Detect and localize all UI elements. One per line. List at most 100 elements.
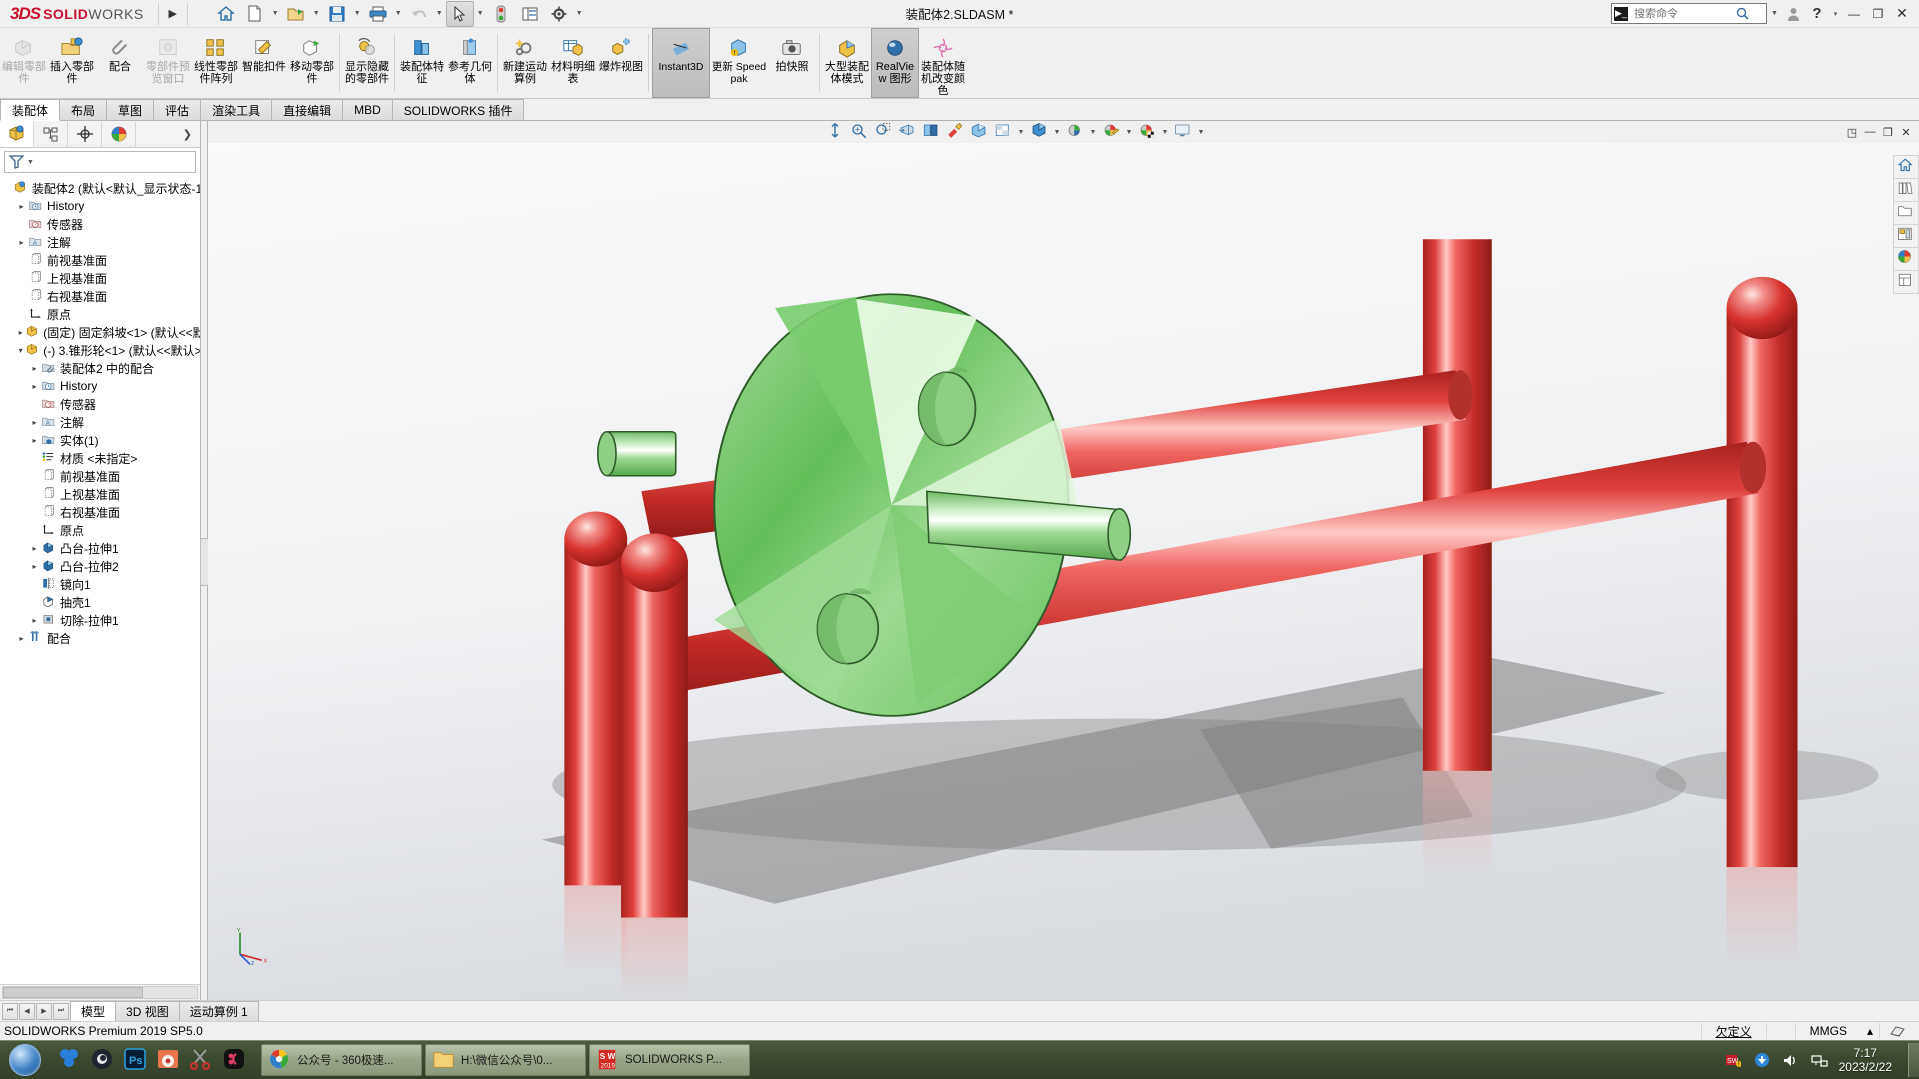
status-units-caret-icon[interactable]: ▴ (1861, 1023, 1879, 1039)
close-button[interactable]: ✕ (1891, 3, 1913, 25)
tree-item[interactable]: ▸ A 注解 (2, 233, 200, 251)
tab-3[interactable]: 评估 (153, 99, 202, 120)
chevron-down-icon[interactable]: ▼ (393, 2, 404, 26)
ribbon-button-random-color[interactable]: 装配体随机改变颜色 (919, 28, 967, 98)
help-dropdown-icon[interactable]: ▾ (1830, 2, 1841, 26)
tree-expand-icon[interactable]: ▸ (28, 382, 41, 391)
tree-item[interactable]: 传感器 (2, 395, 200, 413)
view-settings-button[interactable] (1100, 122, 1122, 142)
save-button[interactable] (323, 1, 351, 27)
tree-item[interactable]: 原点 (2, 521, 200, 539)
tree-item[interactable]: 上视基准面 (2, 269, 200, 287)
graphics-close-button[interactable]: ✕ (1898, 124, 1914, 140)
ribbon-button-large-assembly-mode[interactable]: 大型装配体模式 (823, 28, 871, 98)
viewport-layout-button[interactable] (1172, 122, 1194, 142)
options-gear-button[interactable] (545, 1, 573, 27)
file-explorer-button[interactable] (1892, 202, 1919, 225)
edit-appearance-button[interactable] (1028, 122, 1050, 142)
tree-item[interactable]: ▸ 配合 (2, 629, 200, 647)
ribbon-button-snapshot-camera[interactable]: 拍快照 (768, 28, 816, 98)
ribbon-button-instant3d[interactable]: Instant3D (652, 28, 710, 98)
tree-item[interactable]: ▸ History (2, 377, 200, 395)
tab-7[interactable]: SOLIDWORKS 插件 (391, 99, 525, 120)
hide-show-items-button[interactable] (992, 122, 1014, 142)
tree-expand-icon[interactable]: ▸ (15, 634, 28, 643)
doc-nav-button-1[interactable]: ◀ (19, 1002, 35, 1020)
menu-expand-arrow-icon[interactable]: ▶ (165, 3, 181, 25)
restore-button[interactable]: ❐ (1867, 3, 1889, 25)
chevron-down-icon[interactable]: ▼ (1160, 122, 1170, 142)
quicklaunch-snip[interactable] (188, 1047, 214, 1073)
tree-item[interactable]: ▸ 凸台-拉伸1 (2, 539, 200, 557)
tree-item[interactable]: 传感器 (2, 215, 200, 233)
panel-splitter[interactable] (200, 121, 209, 1000)
chevron-down-icon[interactable]: ▼ (27, 159, 34, 166)
tree-item[interactable]: ▸ 凸台-拉伸2 (2, 557, 200, 575)
doc-nav-button-3[interactable]: ⏭ (53, 1002, 69, 1020)
tree-expand-icon[interactable]: ▸ (28, 364, 41, 373)
open-document-button[interactable] (282, 1, 310, 27)
chevron-down-icon[interactable]: ▼ (1016, 122, 1026, 142)
rebuild-button[interactable] (487, 1, 515, 27)
print-button[interactable] (364, 1, 392, 27)
tree-item[interactable]: ▸ A 注解 (2, 413, 200, 431)
tab-6[interactable]: MBD (342, 99, 393, 120)
ribbon-button-new-motion-study[interactable]: 新建运动算例 (501, 28, 549, 98)
tab-2[interactable]: 草图 (106, 99, 155, 120)
chevron-down-icon[interactable]: ▼ (1124, 122, 1134, 142)
view-orientation-button[interactable] (920, 122, 942, 142)
tree-expand-icon[interactable]: ▸ (15, 238, 28, 247)
graphics-maximize-button[interactable]: ❐ (1880, 124, 1896, 140)
ribbon-button-mate-paperclip[interactable]: 配合 (96, 28, 144, 98)
tree-item[interactable]: 镜向1 (2, 575, 200, 593)
tree-expand-icon[interactable]: ▾ (15, 346, 26, 355)
tree-item[interactable]: 前视基准面 (2, 467, 200, 485)
chevron-down-icon[interactable]: ▼ (1196, 122, 1206, 142)
tray-antivirus-icon[interactable]: SW! (1723, 1050, 1743, 1070)
chevron-down-icon[interactable]: ▼ (311, 2, 322, 26)
tree-item[interactable]: ▸ 实体(1) (2, 431, 200, 449)
tab-1[interactable]: 布局 (59, 99, 108, 120)
tree-item[interactable]: ▾ (-) 3.锥形轮<1> (默认<<默认>_显: (2, 341, 200, 359)
ribbon-button-smart-fastener[interactable]: 智能扣件 (240, 28, 288, 98)
taskbar-window-0[interactable]: 公众号 - 360极速... (261, 1044, 422, 1076)
zoom-to-fit-button[interactable] (824, 122, 846, 142)
tree-item[interactable]: 材质 <未指定> (2, 449, 200, 467)
tree-item[interactable]: ▸ 切除-拉伸1 (2, 611, 200, 629)
appearance-button[interactable] (944, 122, 966, 142)
doc-tab-0[interactable]: 模型 (70, 1001, 117, 1021)
account-icon[interactable] (1782, 3, 1804, 25)
model-viewport[interactable]: Y X Z (208, 143, 1919, 1000)
tree-item[interactable]: 前视基准面 (2, 251, 200, 269)
tray-update-icon[interactable] (1752, 1050, 1772, 1070)
chevron-down-icon[interactable]: ▼ (574, 2, 585, 26)
ribbon-button-bill-of-materials[interactable]: 材料明细表 (549, 28, 597, 98)
zoom-to-area-button[interactable] (848, 122, 870, 142)
tab-0[interactable]: 装配体 (0, 99, 61, 121)
tree-expand-icon[interactable]: ▸ (28, 562, 41, 571)
ribbon-button-move-component[interactable]: 移动零部件 (288, 28, 336, 98)
help-button[interactable]: ? (1806, 3, 1828, 25)
tree-item[interactable]: ▸ (固定) 固定斜坡<1> (默认<<默认> (2, 323, 200, 341)
tree-expand-icon[interactable]: ▸ (28, 436, 41, 445)
apply-scene-button[interactable] (1064, 122, 1086, 142)
design-library-button[interactable] (1892, 179, 1919, 202)
tab-5[interactable]: 直接编辑 (271, 99, 344, 120)
chevron-down-icon[interactable]: ▼ (434, 2, 445, 26)
taskbar-window-1[interactable]: H:\微信公众号\0... (425, 1044, 586, 1076)
scene-palette-button[interactable] (1136, 122, 1158, 142)
tree-item[interactable]: 装配体2 (默认<默认_显示状态-1>) (2, 179, 200, 197)
status-overlay-icon[interactable] (1879, 1023, 1915, 1039)
task-pane-home-button[interactable] (1892, 155, 1919, 179)
feature-manager-more-icon[interactable]: ❯ (183, 128, 200, 141)
feature-tree-tab[interactable] (0, 121, 34, 147)
quicklaunch-octo[interactable] (221, 1047, 247, 1073)
doc-nav-button-2[interactable]: ▶ (36, 1002, 52, 1020)
quicklaunch-photoshop[interactable]: Ps (122, 1047, 148, 1073)
ribbon-button-insert-component[interactable]: 插入零部件 (48, 28, 96, 98)
tree-item[interactable]: ▸ 装配体2 中的配合 (2, 359, 200, 377)
tree-item[interactable]: 抽壳1 (2, 593, 200, 611)
home-button[interactable] (212, 1, 240, 27)
tree-item[interactable]: 上视基准面 (2, 485, 200, 503)
ribbon-button-realview-sphere[interactable]: RealView 图形 (871, 28, 919, 98)
